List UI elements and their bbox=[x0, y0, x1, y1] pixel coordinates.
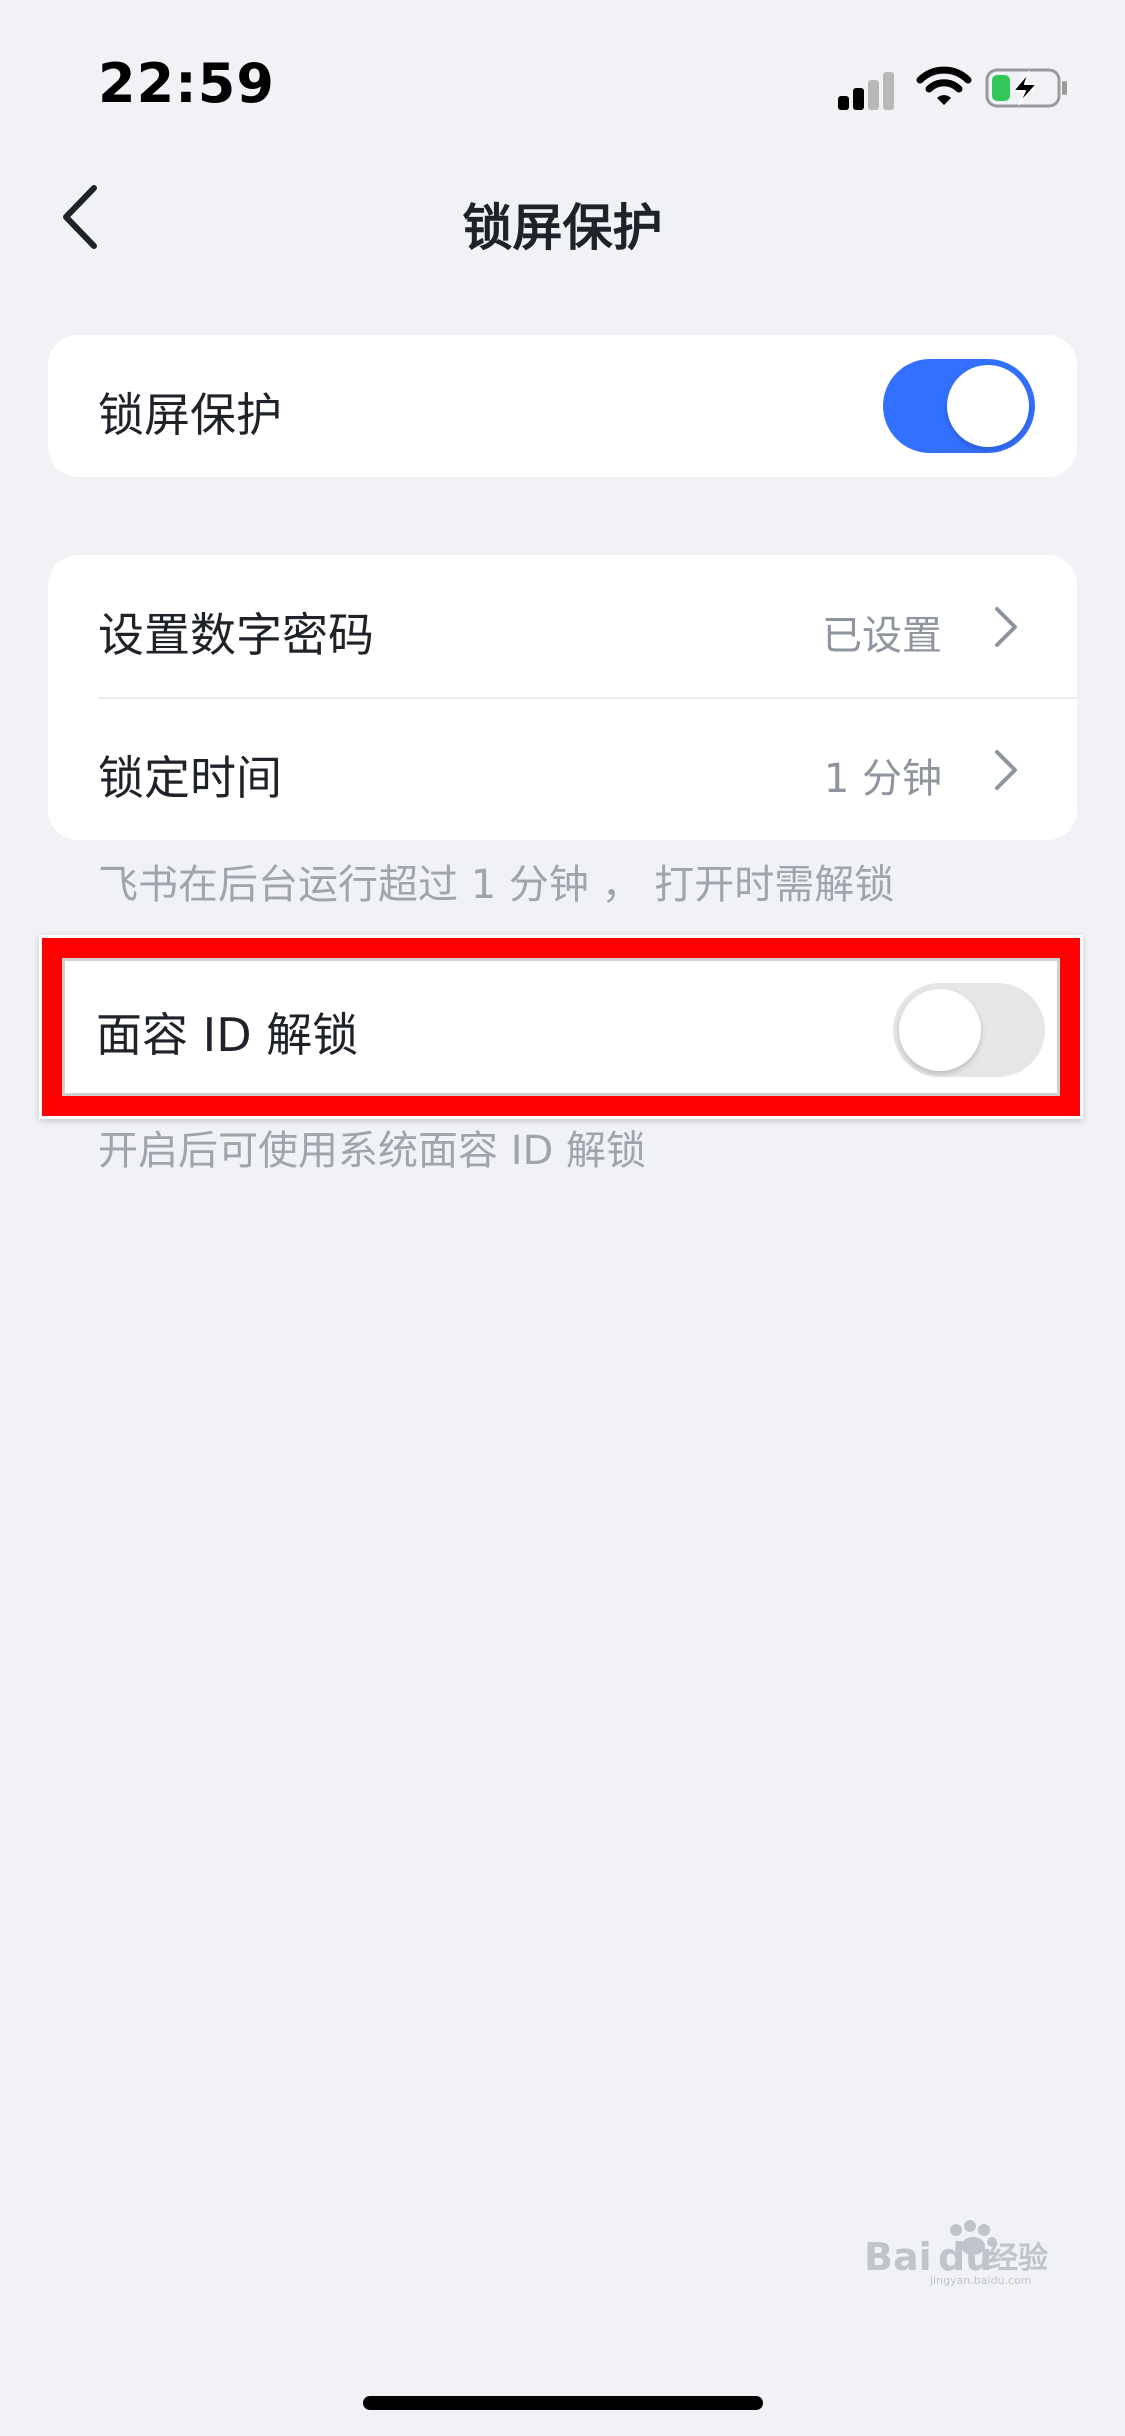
chevron-right-icon bbox=[995, 750, 1017, 790]
face-id-toggle[interactable] bbox=[893, 983, 1045, 1077]
cellular-signal-icon bbox=[838, 70, 898, 110]
baidu-jingyan-watermark: Bai du 经验 jingyan.baidu.com bbox=[864, 2220, 1048, 2287]
lock-time-caption: 飞书在后台运行超过 1 分钟 ， 打开时需解锁 bbox=[98, 862, 895, 908]
face-id-label: 面容 ID 解锁 bbox=[96, 1008, 359, 1062]
svg-text:du: du bbox=[938, 2235, 992, 2279]
lock-time-value: 1 分钟 bbox=[823, 756, 942, 802]
navigation-bar: 锁屏保护 bbox=[0, 170, 1125, 260]
face-id-caption: 开启后可使用系统面容 ID 解锁 bbox=[98, 1128, 647, 1174]
status-time: 22:59 bbox=[98, 52, 275, 115]
highlight-frame: 面容 ID 解锁 bbox=[42, 938, 1080, 1116]
passcode-status: 已设置 bbox=[822, 613, 942, 659]
lock-protection-card: 锁屏保护 bbox=[48, 335, 1077, 477]
wifi-icon bbox=[916, 66, 972, 105]
page-title: 锁屏保护 bbox=[462, 199, 663, 257]
lock-time-label: 锁定时间 bbox=[98, 751, 282, 805]
security-settings-card: 设置数字密码 已设置 锁定时间 1 分钟 bbox=[48, 555, 1077, 840]
lock-time-row[interactable]: 锁定时间 1 分钟 bbox=[48, 698, 1077, 840]
home-indicator[interactable] bbox=[363, 2396, 763, 2410]
battery-charging-icon bbox=[985, 68, 1067, 108]
lock-protection-row: 锁屏保护 bbox=[48, 335, 1077, 477]
lock-protection-label: 锁屏保护 bbox=[98, 388, 282, 442]
status-bar: 22:59 bbox=[0, 0, 1125, 150]
svg-text:jingyan.baidu.com: jingyan.baidu.com bbox=[929, 2274, 1032, 2287]
passcode-label: 设置数字密码 bbox=[98, 608, 374, 662]
lock-protection-toggle[interactable] bbox=[883, 359, 1035, 453]
svg-text:Bai: Bai bbox=[864, 2235, 932, 2279]
toggle-knob bbox=[899, 989, 981, 1071]
chevron-right-icon bbox=[995, 607, 1017, 647]
svg-text:经验: 经验 bbox=[988, 2241, 1048, 2276]
face-id-row[interactable]: 面容 ID 解锁 bbox=[62, 958, 1060, 1096]
passcode-row[interactable]: 设置数字密码 已设置 bbox=[48, 555, 1077, 697]
toggle-knob bbox=[947, 365, 1029, 447]
